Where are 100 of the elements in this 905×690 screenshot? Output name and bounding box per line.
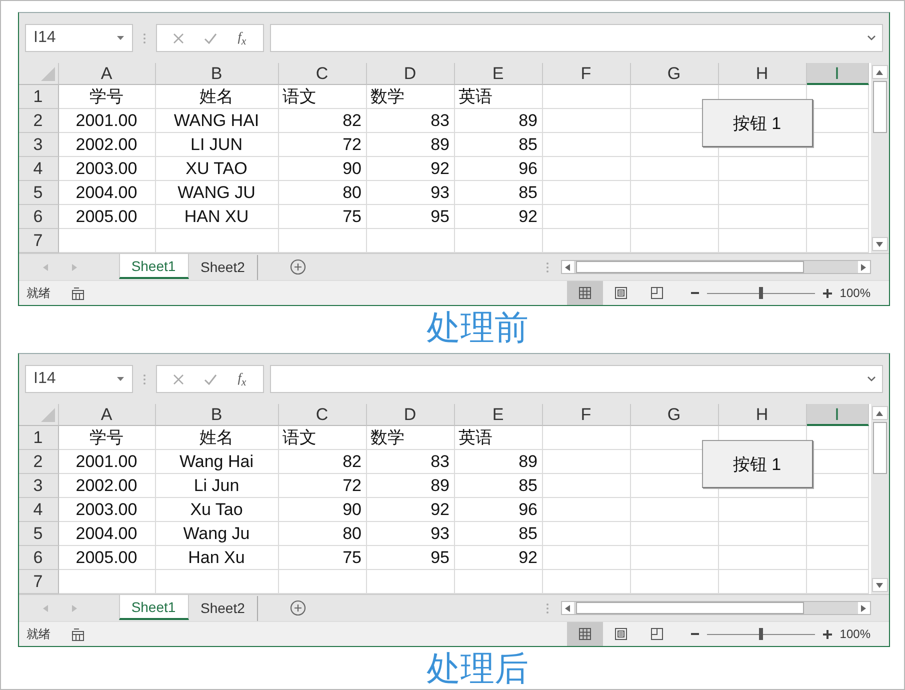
table-cell: 75 — [278, 205, 366, 229]
column-header[interactable]: D — [366, 63, 454, 85]
scroll-up-icon[interactable] — [872, 406, 888, 420]
zoom-level[interactable]: 100% — [840, 627, 870, 641]
row-header[interactable]: 2 — [18, 109, 58, 133]
table-cell: 数学 — [366, 85, 454, 109]
page-break-icon[interactable] — [650, 627, 664, 641]
table-cell: 2005.00 — [58, 546, 156, 570]
row-header[interactable]: 3 — [18, 133, 58, 157]
expand-icon[interactable] — [866, 376, 876, 382]
column-header[interactable]: I — [806, 63, 868, 85]
horizontal-scrollbar[interactable] — [560, 601, 871, 615]
sheet-tab[interactable]: Sheet1 — [118, 254, 188, 279]
table-cell: 89 — [454, 450, 542, 474]
table-cell: 学号 — [58, 426, 156, 450]
table-cell: 2003.00 — [58, 498, 156, 522]
add-sheet-icon[interactable] — [290, 600, 306, 616]
column-header[interactable]: I — [806, 404, 868, 426]
vertical-scrollbar[interactable] — [870, 63, 888, 253]
column-header[interactable]: C — [278, 63, 366, 85]
grid-icon[interactable] — [578, 286, 592, 300]
table-cell: 75 — [278, 546, 366, 570]
scroll-thumb[interactable] — [872, 81, 886, 133]
scroll-thumb[interactable] — [872, 422, 886, 474]
insert-function-button[interactable]: f$_{x}$ — [238, 28, 246, 48]
scroll-thumb[interactable] — [576, 261, 804, 273]
name-box[interactable]: I14 — [24, 24, 132, 52]
scroll-right-icon[interactable] — [858, 261, 870, 273]
scroll-up-icon[interactable] — [872, 65, 888, 79]
row-header[interactable]: 7 — [18, 229, 58, 253]
slider-thumb[interactable] — [758, 287, 763, 299]
row-header[interactable]: 6 — [18, 205, 58, 229]
view-button[interactable] — [566, 281, 603, 305]
form-button[interactable]: 按钮 1 — [702, 440, 812, 488]
table-cell: 95 — [366, 205, 454, 229]
table-cell: HAN XU — [156, 205, 278, 229]
page-break-icon[interactable] — [650, 286, 664, 300]
sheet-tab[interactable]: Sheet1 — [118, 595, 188, 620]
row-header[interactable]: 5 — [18, 181, 58, 205]
row-header[interactable]: 1 — [18, 85, 58, 109]
scroll-down-icon[interactable] — [872, 237, 888, 251]
scroll-down-icon[interactable] — [872, 578, 888, 592]
scroll-right-icon[interactable] — [858, 602, 870, 614]
row-header[interactable]: 1 — [18, 426, 58, 450]
zoom-in-icon[interactable] — [822, 630, 832, 638]
table-cell: 英语 — [454, 85, 542, 109]
row-header[interactable]: 7 — [18, 570, 58, 594]
horizontal-scrollbar[interactable] — [560, 260, 871, 274]
row-header[interactable]: 4 — [18, 157, 58, 181]
row-header[interactable]: 6 — [18, 546, 58, 570]
column-header[interactable]: E — [454, 404, 542, 426]
column-header[interactable]: A — [58, 63, 156, 85]
status-text: 就绪 — [26, 284, 50, 302]
column-header[interactable]: B — [156, 404, 278, 426]
column-header[interactable]: F — [542, 63, 630, 85]
formula-field[interactable] — [270, 365, 882, 393]
table-cell: 姓名 — [156, 426, 278, 450]
table-cell: 80 — [278, 181, 366, 205]
check-icon[interactable] — [204, 374, 218, 384]
column-header[interactable]: B — [156, 63, 278, 85]
macro-record-icon[interactable] — [70, 628, 84, 640]
vertical-scrollbar[interactable] — [870, 404, 888, 594]
status-text: 就绪 — [26, 626, 50, 642]
page-icon[interactable] — [614, 627, 628, 641]
column-header[interactable]: A — [58, 404, 156, 426]
table-cell: Li Jun — [156, 474, 278, 498]
zoom-level[interactable]: 100% — [840, 286, 870, 300]
column-header[interactable]: H — [718, 404, 806, 426]
grid-icon[interactable] — [578, 627, 592, 641]
view-button[interactable] — [566, 622, 603, 646]
scroll-thumb[interactable] — [576, 602, 804, 614]
column-header[interactable]: G — [630, 63, 718, 85]
form-button[interactable]: 按钮 1 — [702, 99, 812, 147]
check-icon[interactable] — [204, 32, 218, 44]
row-header[interactable]: 3 — [18, 474, 58, 498]
macro-record-icon[interactable] — [70, 286, 84, 300]
row-header[interactable]: 2 — [18, 450, 58, 474]
add-sheet-icon[interactable] — [290, 259, 306, 275]
table-cell: WANG HAI — [156, 109, 278, 133]
column-header[interactable]: D — [366, 404, 454, 426]
table-cell: 语文 — [278, 85, 366, 109]
scroll-left-icon[interactable] — [562, 261, 574, 273]
column-header[interactable]: H — [718, 63, 806, 85]
slider-thumb[interactable] — [758, 628, 763, 640]
row-header[interactable]: 5 — [18, 522, 58, 546]
insert-function-button[interactable]: f$_{x}$ — [238, 370, 246, 388]
scroll-left-icon[interactable] — [562, 602, 574, 614]
table-cell: 72 — [278, 133, 366, 157]
page-icon[interactable] — [614, 286, 628, 300]
expand-icon[interactable] — [866, 35, 876, 41]
column-header[interactable]: C — [278, 404, 366, 426]
column-header[interactable]: G — [630, 404, 718, 426]
table-cell: 英语 — [454, 426, 542, 450]
name-box[interactable]: I14 — [24, 365, 132, 393]
row-header[interactable]: 4 — [18, 498, 58, 522]
column-header[interactable]: F — [542, 404, 630, 426]
table-cell: 92 — [366, 498, 454, 522]
column-header[interactable]: E — [454, 63, 542, 85]
formula-field[interactable] — [270, 24, 882, 52]
zoom-in-icon[interactable] — [822, 288, 832, 298]
